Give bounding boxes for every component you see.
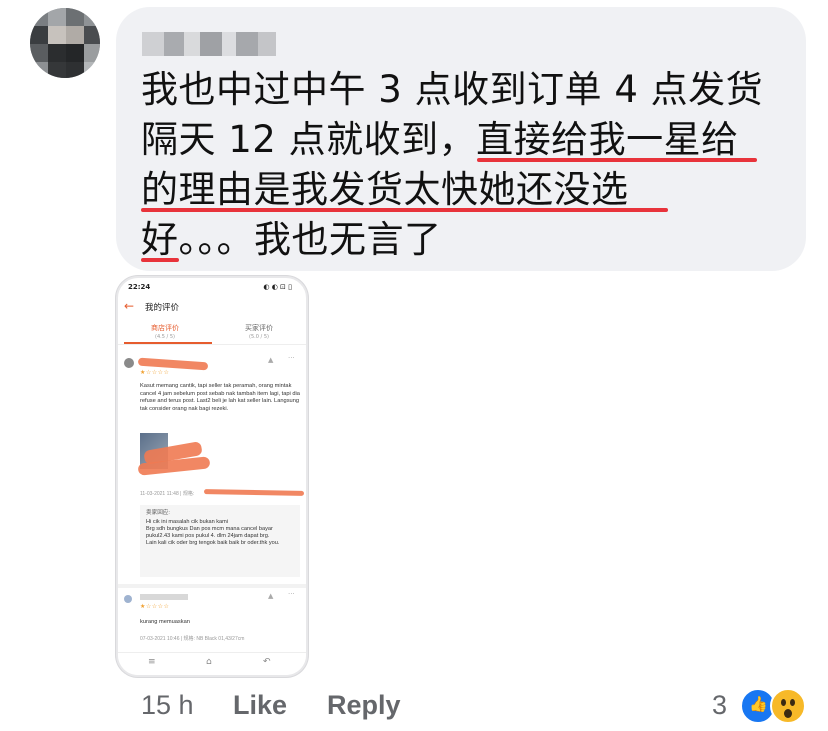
seller-reply-text: Hi cik ini masalah cik bukan kami Brg sd… [146,519,280,547]
reviewer-avatar [124,595,132,603]
underline-mark [141,208,668,212]
wow-mouth [784,709,792,718]
active-tab-indicator [124,342,212,344]
wow-reaction-icon[interactable] [770,688,806,724]
menu-icon: ≡ [148,657,156,667]
tab-label: 商店评价 [151,324,179,332]
tab-rating: (4.5 / 5) [155,334,175,340]
review-date: 07-03-2021 10:46 | 规格: NB Black 01,43/27… [140,636,245,642]
comment-text-line-1: 我也中过中午 3 点收到订单 4 点发货 [141,68,764,111]
author-name-redacted[interactable] [142,32,276,56]
thumbs-up-icon: ▲ [268,356,274,364]
comment-text-line-4: 好。。。我也无言了 [141,218,442,261]
status-time: 22:24 [128,283,151,291]
more-icon: ··· [288,354,295,362]
screen-title: 我的评价 [145,303,180,313]
status-icons: ◐ ◐ ⊡ ▯ [263,283,292,291]
review-text: Kasut memang cantik, tapi seller tak per… [140,383,300,412]
tab-shop-reviews: 商店评价 (4.5 / 5) [118,323,212,340]
back-icon: ↶ [263,657,271,667]
underline-mark [477,158,757,162]
more-icon: ··· [288,590,295,598]
reaction-count[interactable]: 3 [712,690,727,721]
phone-status-bar: 22:24 ◐ ◐ ⊡ ▯ [118,280,306,294]
wow-eye [790,699,795,706]
like-button[interactable]: Like [233,690,287,721]
comment-text-line-2: 隔天 12 点就收到，直接给我一星给 [141,118,739,161]
thumbs-up-icon: ▲ [268,592,274,600]
attached-screenshot[interactable]: 22:24 ◐ ◐ ⊡ ▯ ← 我的评价 商店评价 (4.5 / 5) 买家评价… [116,276,308,677]
home-icon: ⌂ [206,657,212,667]
review-text: kurang memuaskan [140,619,190,625]
tab-label: 买家评价 [245,324,273,332]
review-divider [118,584,306,588]
reviewer-name-redacted [140,594,188,600]
review-tabs: 商店评价 (4.5 / 5) 买家评价 (5.0 / 5) [118,318,306,345]
phone-nav-bar: ≡ ⌂ ↶ [118,652,306,675]
wow-eye [781,699,786,706]
commenter-avatar[interactable] [30,8,100,78]
reply-button[interactable]: Reply [327,690,401,721]
underline-mark [141,258,179,262]
tab-rating: (5.0 / 5) [249,334,269,340]
arrow-left-icon: ← [124,299,135,313]
comment-timestamp[interactable]: 15 h [141,690,194,721]
comment-text-line-3: 的理由是我发货太快她还没选 [141,168,629,211]
seller-reply-label: 卖家回应: [146,510,298,517]
rating-stars: ★☆☆☆☆ [140,603,170,610]
reviewer-avatar [124,358,134,368]
rating-stars: ★☆☆☆☆ [140,369,170,376]
review-date: 11-03-2021 11:48 | 规格: [140,491,195,497]
redaction-scribble [203,489,305,496]
tab-buyer-reviews: 买家评价 (5.0 / 5) [212,323,306,340]
seller-reply-heading: 卖家回应: [146,510,170,516]
